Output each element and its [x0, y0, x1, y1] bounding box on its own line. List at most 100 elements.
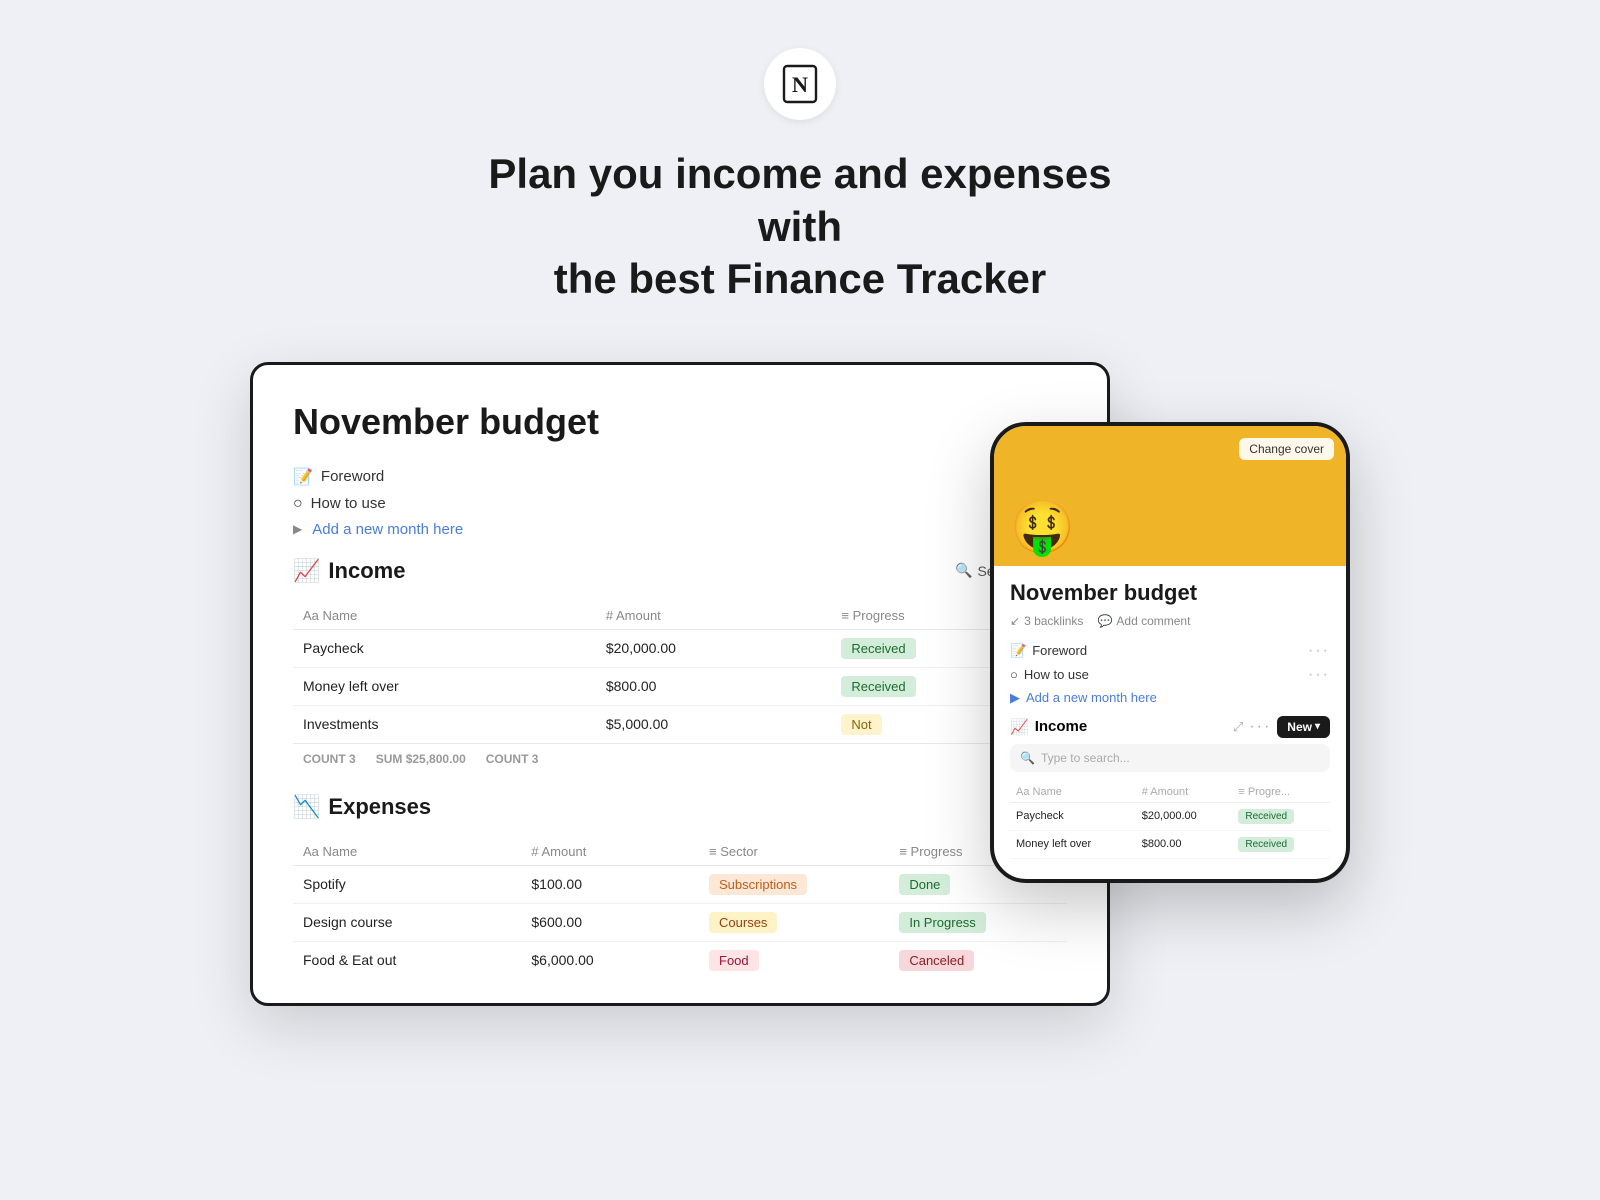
svg-text:N: N	[792, 72, 808, 97]
expense-amount-design: $600.00	[521, 903, 699, 941]
expense-name-food: Food & Eat out	[293, 941, 521, 979]
triangle-icon: ▶	[1010, 690, 1020, 706]
mobile-col-amount: # Amount	[1136, 782, 1233, 803]
expense-name-design: Design course	[293, 903, 521, 941]
mobile-nav-foreword[interactable]: 📝 Foreword ···	[1010, 642, 1330, 660]
add-comment[interactable]: 💬 Add comment	[1097, 614, 1190, 628]
status-badge: In Progress	[899, 912, 985, 933]
nav-how-to-use[interactable]: ○ How to use	[293, 495, 1067, 513]
income-icon: 📈	[293, 558, 320, 584]
mobile-income-actions: ⤢ ··· New ▾	[1233, 716, 1330, 738]
sector-badge: Subscriptions	[709, 874, 807, 895]
mobile-income-name-mlo: Money left over	[1010, 830, 1136, 858]
mobile-nav-how-to-use[interactable]: ○ How to use ···	[1010, 666, 1330, 684]
expenses-section-header: 📉 Expenses	[293, 794, 1067, 828]
expenses-col-sector: ≡ Sector	[699, 838, 889, 866]
nav-foreword[interactable]: 📝 Foreword	[293, 467, 1067, 487]
income-amount-mlo: $800.00	[596, 667, 832, 705]
status-badge: Not	[841, 714, 881, 735]
income-section-header: 📈 Income 🔍 Search ⤢ ···	[293, 558, 1067, 592]
table-row[interactable]: Spotify $100.00 Subscriptions Done	[293, 865, 1067, 903]
status-badge: Received	[1238, 809, 1294, 824]
status-badge: Received	[841, 638, 915, 659]
status-badge: Canceled	[899, 950, 974, 971]
hero-title: Plan you income and expenses with the be…	[460, 148, 1140, 306]
search-icon: 🔍	[1020, 751, 1035, 765]
comment-icon: 💬	[1097, 614, 1112, 628]
how-to-use-icon: ○	[1010, 667, 1018, 682]
expense-progress-design: In Progress	[889, 903, 1067, 941]
sector-badge: Food	[709, 950, 759, 971]
mobile-income-progress-paycheck: Received	[1232, 802, 1330, 830]
foreword-icon: 📝	[1010, 643, 1026, 659]
backlinks-icon: ↙	[1010, 614, 1020, 628]
expenses-col-amount: # Amount	[521, 838, 699, 866]
desktop-mockup: November budget 📝 Foreword ○ How to use …	[250, 362, 1110, 1006]
income-col-amount: # Amount	[596, 602, 832, 630]
income-amount-paycheck: $20,000.00	[596, 629, 832, 667]
notion-logo: N	[764, 48, 836, 120]
mobile-income-name-paycheck: Paycheck	[1010, 802, 1136, 830]
text-icon: Aa	[303, 608, 319, 623]
mobile-meta: ↙ 3 backlinks 💬 Add comment	[1010, 614, 1330, 628]
table-row[interactable]: Investments $5,000.00 Not	[293, 705, 1067, 743]
mobile-income-amount-paycheck: $20,000.00	[1136, 802, 1233, 830]
more-icon[interactable]: ···	[1249, 718, 1271, 736]
income-icon: 📈	[1010, 718, 1029, 736]
mobile-income-header: 📈 Income ⤢ ··· New ▾	[1010, 716, 1330, 738]
table-row[interactable]: Paycheck $20,000.00 Received	[293, 629, 1067, 667]
income-table-footer: COUNT 3 SUM $25,800.00 COUNT 3	[293, 743, 1067, 774]
expand-icon[interactable]: ⤢	[1233, 719, 1243, 735]
expense-sector-food: Food	[699, 941, 889, 979]
table-row[interactable]: Design course $600.00 Courses In Progres…	[293, 903, 1067, 941]
sector-badge: Courses	[709, 912, 777, 933]
more-icon[interactable]: ···	[1308, 666, 1330, 684]
mobile-search-bar[interactable]: 🔍 Type to search...	[1010, 744, 1330, 772]
how-to-use-icon: ○	[293, 495, 303, 513]
expense-progress-food: Canceled	[889, 941, 1067, 979]
cover-emoji: 🤑	[1010, 502, 1075, 554]
change-cover-button[interactable]: Change cover	[1239, 438, 1334, 460]
search-icon: 🔍	[955, 562, 972, 579]
table-row[interactable]: Money left over $800.00 Received	[1010, 830, 1330, 858]
income-name-paycheck: Paycheck	[293, 629, 596, 667]
mobile-page-title: November budget	[1010, 580, 1330, 606]
income-table: Aa Name # Amount ≡ Progress Paycheck $20…	[293, 602, 1067, 743]
backlinks[interactable]: ↙ 3 backlinks	[1010, 614, 1083, 628]
new-button[interactable]: New ▾	[1277, 716, 1330, 738]
table-row[interactable]: Food & Eat out $6,000.00 Food Canceled	[293, 941, 1067, 979]
mobile-content: November budget ↙ 3 backlinks 💬 Add comm…	[994, 566, 1346, 879]
expense-amount-food: $6,000.00	[521, 941, 699, 979]
foreword-icon: 📝	[293, 467, 313, 487]
mockup-container: November budget 📝 Foreword ○ How to use …	[250, 362, 1350, 1062]
mobile-income-title: 📈 Income	[1010, 718, 1087, 736]
income-name-investments: Investments	[293, 705, 596, 743]
hero-section: N Plan you income and expenses with the …	[0, 0, 1600, 306]
table-row[interactable]: Paycheck $20,000.00 Received	[1010, 802, 1330, 830]
mobile-col-name: Aa Name	[1010, 782, 1136, 803]
desktop-page-title: November budget	[293, 401, 1067, 443]
income-title: 📈 Income	[293, 558, 405, 584]
mobile-cover: 🤑 Change cover	[994, 426, 1346, 566]
expense-sector-spotify: Subscriptions	[699, 865, 889, 903]
table-row[interactable]: Money left over $800.00 Received	[293, 667, 1067, 705]
mobile-nav-add-month[interactable]: ▶ Add a new month here	[1010, 690, 1330, 706]
mobile-mockup: 🤑 Change cover November budget ↙ 3 backl…	[990, 422, 1350, 883]
mobile-income-amount-mlo: $800.00	[1136, 830, 1233, 858]
nav-add-month[interactable]: ▶ Add a new month here	[293, 521, 1067, 538]
more-icon[interactable]: ···	[1308, 642, 1330, 660]
mobile-income-progress-mlo: Received	[1232, 830, 1330, 858]
expense-amount-spotify: $100.00	[521, 865, 699, 903]
income-name-mlo: Money left over	[293, 667, 596, 705]
income-col-name: Aa Name	[293, 602, 596, 630]
mobile-col-progress: ≡ Progre...	[1232, 782, 1330, 803]
status-badge: Done	[899, 874, 950, 895]
expense-sector-design: Courses	[699, 903, 889, 941]
expenses-table: Aa Name # Amount ≡ Sector ≡ Progress Spo…	[293, 838, 1067, 979]
expense-name-spotify: Spotify	[293, 865, 521, 903]
status-badge: Received	[1238, 837, 1294, 852]
expenses-icon: 📉	[293, 794, 320, 820]
expenses-col-name: Aa Name	[293, 838, 521, 866]
status-badge: Received	[841, 676, 915, 697]
expenses-title: 📉 Expenses	[293, 794, 431, 820]
